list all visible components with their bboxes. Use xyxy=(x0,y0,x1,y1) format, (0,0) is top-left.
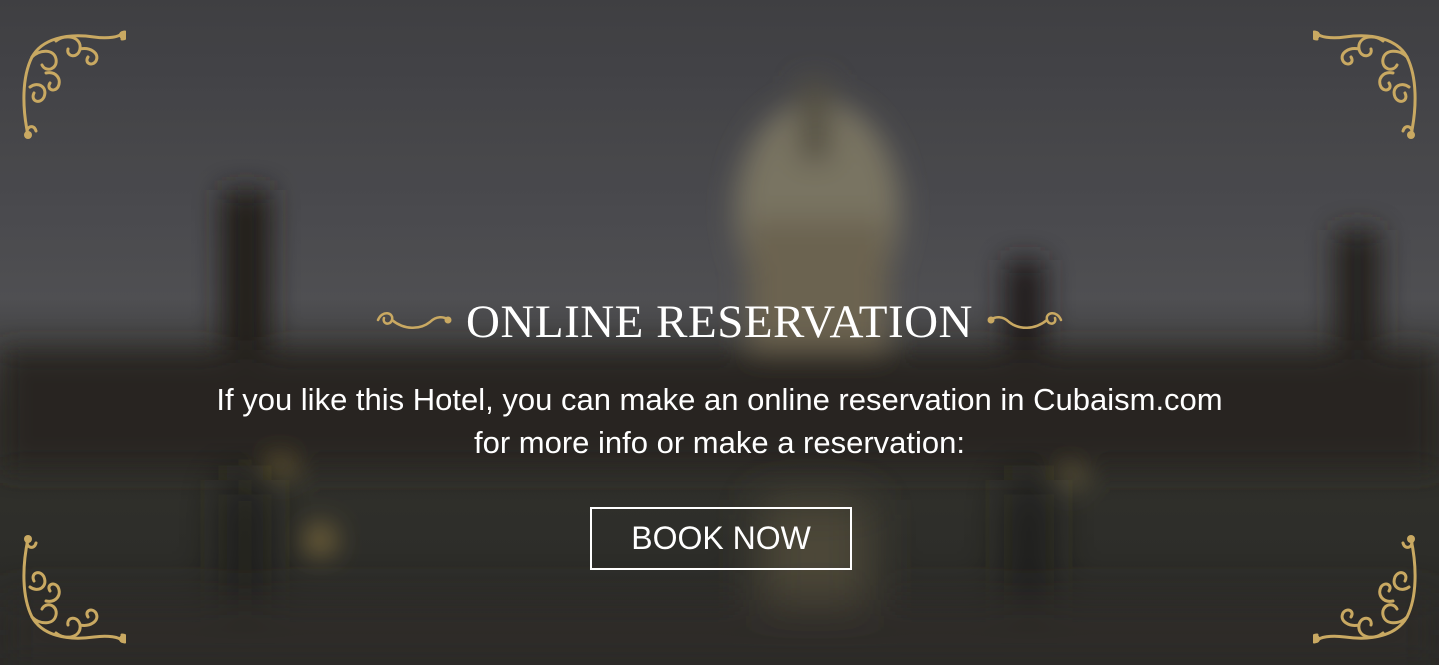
ornamental-corner-icon xyxy=(22,30,126,139)
section-description: If you like this Hotel, you can make an … xyxy=(0,378,1439,464)
section-title: ONLINE RESERVATION xyxy=(466,295,973,348)
ornamental-corner-icon xyxy=(1313,30,1417,139)
ornamental-corner-icon xyxy=(22,535,126,644)
book-now-button[interactable]: BOOK NOW xyxy=(590,507,852,570)
description-line: for more info or make a reservation: xyxy=(473,425,966,460)
title-row: ONLINE RESERVATION xyxy=(0,288,1439,352)
scroll-flourish-icon xyxy=(376,312,452,329)
ornamental-corner-icon xyxy=(1313,535,1417,644)
reservation-section: ONLINE RESERVATION If you like this Hote… xyxy=(0,0,1439,665)
scroll-flourish-icon xyxy=(987,312,1063,329)
description-line: If you like this Hotel, you can make an … xyxy=(216,382,1223,417)
